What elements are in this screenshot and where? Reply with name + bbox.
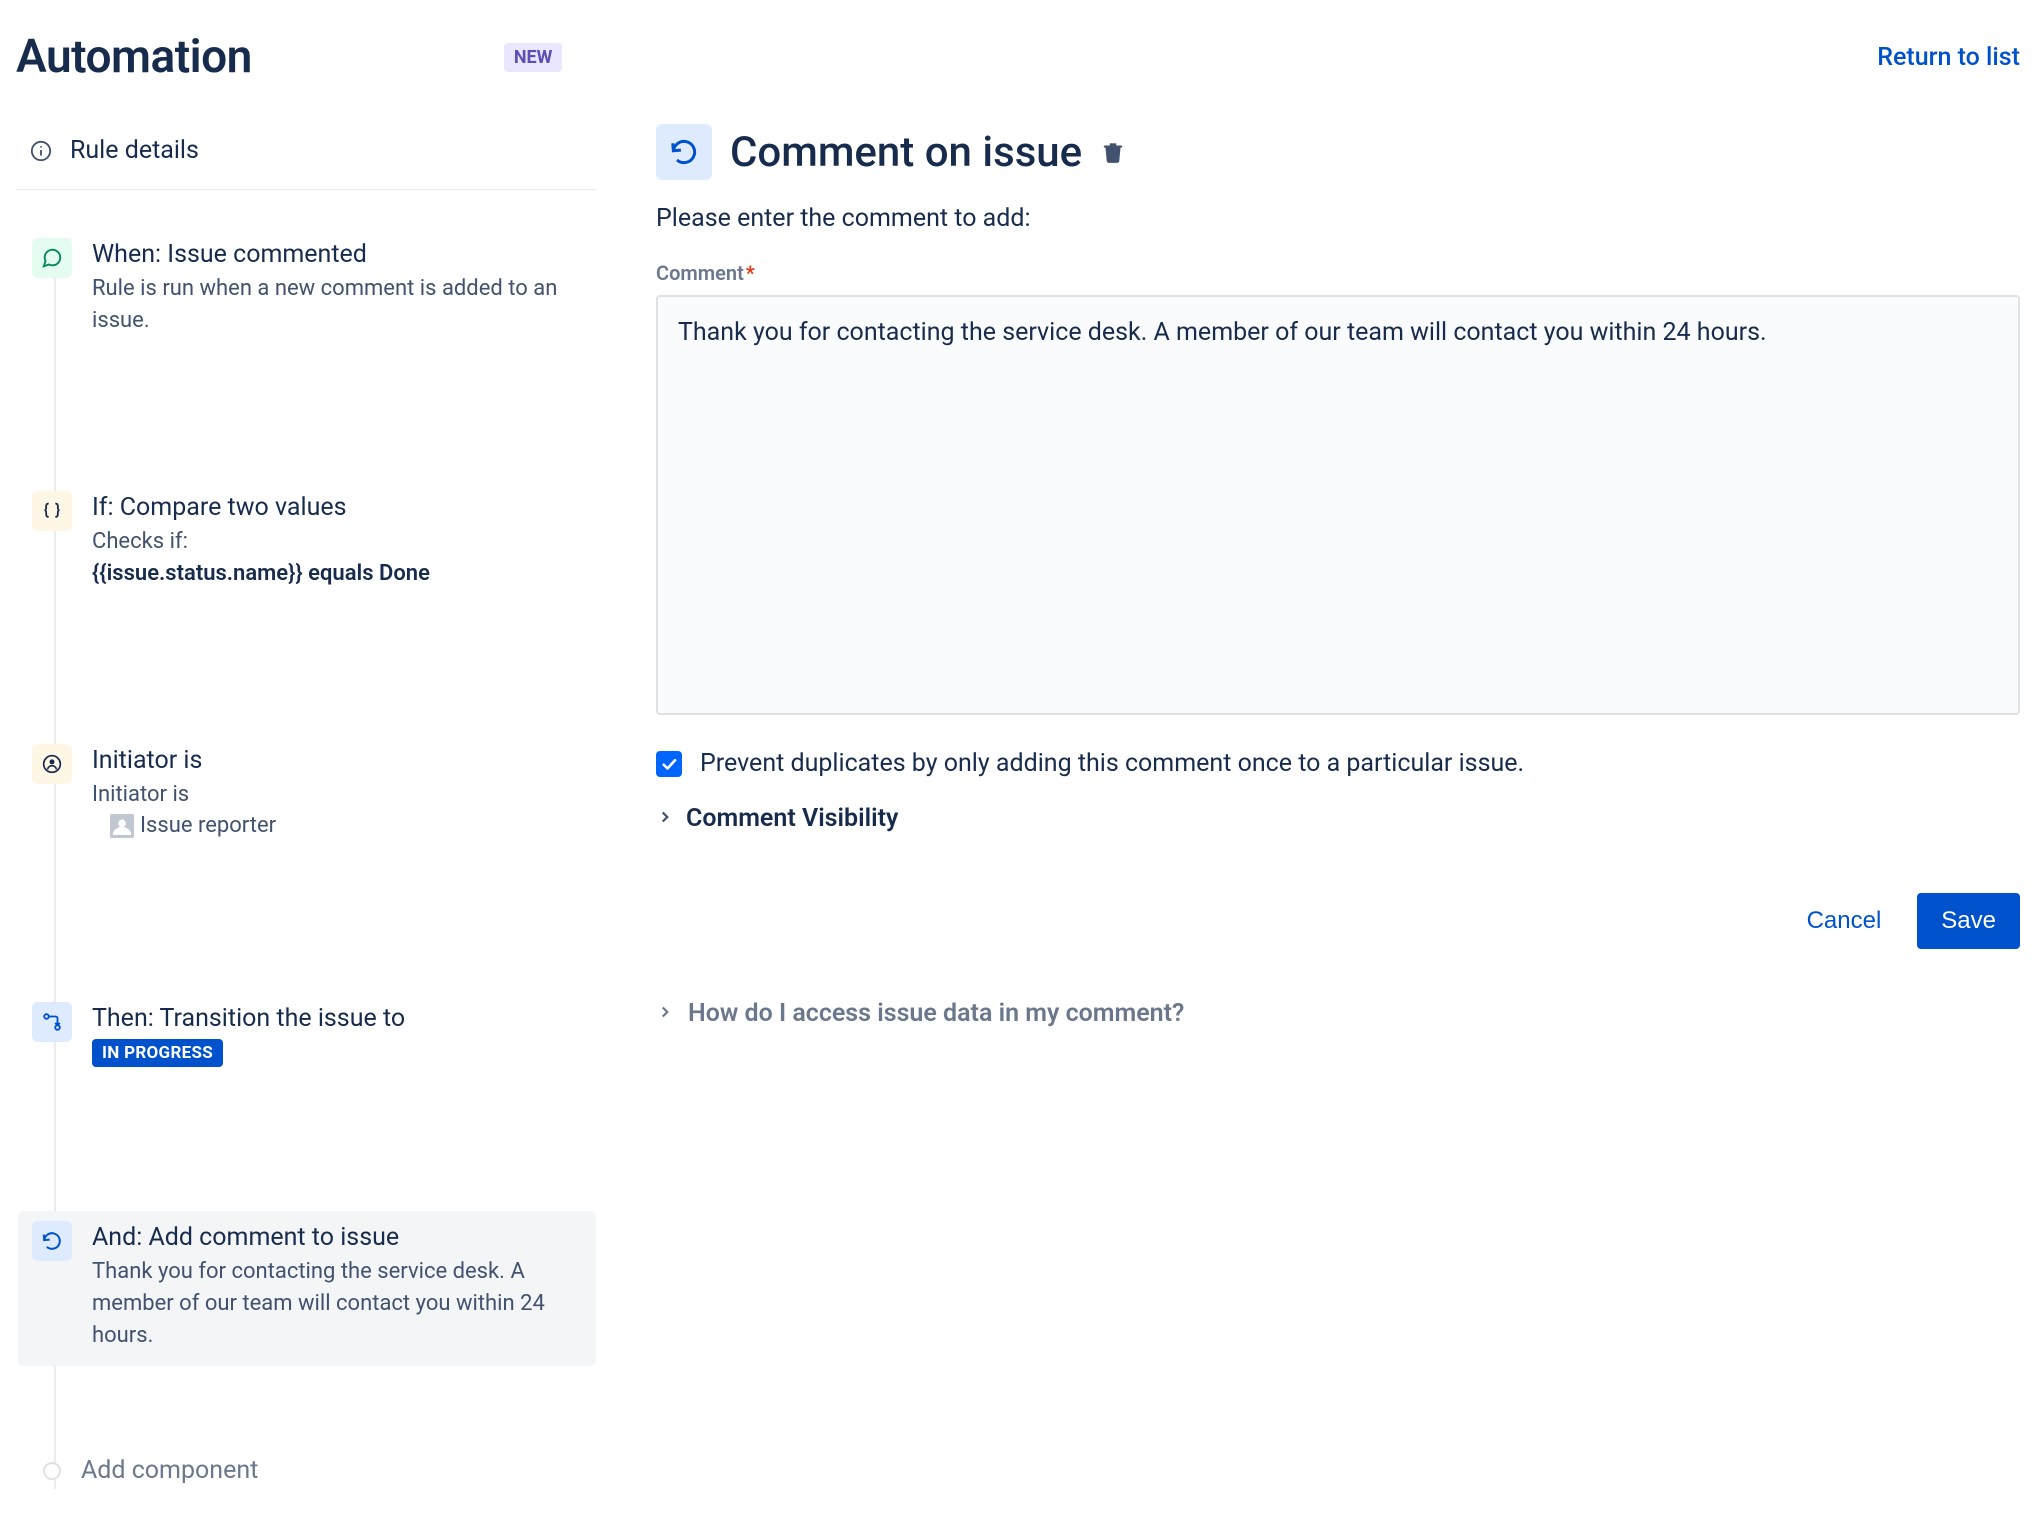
braces-icon [32, 491, 72, 531]
add-circle-icon [43, 1462, 61, 1480]
comment-field-label: Comment* [656, 261, 2020, 285]
cancel-button[interactable]: Cancel [1783, 893, 1906, 949]
step-desc: Checks if: {{issue.status.name}} equals … [92, 526, 582, 590]
help-label: How do I access issue data in my comment… [688, 999, 1184, 1028]
chevron-right-icon [656, 808, 674, 830]
new-badge: NEW [504, 43, 563, 72]
initiator-value: Issue reporter [140, 810, 276, 842]
comment-textarea[interactable] [656, 295, 2020, 715]
step-desc: Initiator is Issue reporter [92, 779, 582, 849]
step-title: And: Add comment to issue [92, 1223, 582, 1252]
comment-icon [32, 238, 72, 278]
comment-label-text: Comment [656, 261, 744, 285]
step-condition-initiator[interactable]: Initiator is Initiator is Issue reporter [18, 734, 596, 863]
prevent-duplicates-label: Prevent duplicates by only adding this c… [700, 749, 1524, 778]
prevent-duplicates-row: Prevent duplicates by only adding this c… [656, 749, 2020, 778]
step-title: Then: Transition the issue to [92, 1004, 582, 1033]
page-title: Automation [16, 30, 252, 84]
step-action-add-comment[interactable]: And: Add comment to issue Thank you for … [18, 1211, 596, 1366]
page-header: Automation NEW Return to list [16, 20, 2020, 84]
avatar-icon [110, 814, 134, 838]
step-title: When: Issue commented [92, 240, 582, 269]
comment-visibility-label: Comment Visibility [686, 804, 898, 833]
status-lozenge: IN PROGRESS [92, 1039, 223, 1067]
user-icon [32, 744, 72, 784]
step-desc-prefix: Initiator is [92, 782, 189, 807]
rule-details-label: Rule details [70, 136, 199, 165]
return-to-list-link[interactable]: Return to list [1877, 43, 2020, 72]
form-actions: Cancel Save [656, 893, 2020, 949]
step-desc: Thank you for contacting the service des… [92, 1256, 582, 1352]
main-title: Comment on issue [730, 128, 1082, 177]
delete-action-button[interactable] [1100, 135, 1126, 169]
add-component-label: Add component [81, 1456, 258, 1485]
transition-icon [32, 1002, 72, 1042]
prevent-duplicates-checkbox[interactable] [656, 751, 682, 777]
chevron-right-icon [656, 1003, 674, 1025]
main-header: Comment on issue [656, 124, 2020, 180]
main-subtitle: Please enter the comment to add: [656, 204, 2020, 233]
step-action-transition-issue[interactable]: Then: Transition the issue to IN PROGRES… [18, 992, 596, 1081]
step-title: Initiator is [92, 746, 582, 775]
header-left: Automation NEW [16, 30, 562, 84]
rule-sidebar: Rule details When: Issue commented Rule … [16, 124, 596, 1499]
required-asterisk: * [746, 261, 755, 285]
save-button[interactable]: Save [1917, 893, 2020, 949]
step-trigger-issue-commented[interactable]: When: Issue commented Rule is run when a… [18, 228, 596, 351]
comment-visibility-toggle[interactable]: Comment Visibility [656, 804, 2020, 833]
step-desc: Rule is run when a new comment is added … [92, 273, 582, 337]
main-panel: Comment on issue Please enter the commen… [656, 124, 2020, 1499]
refresh-icon [32, 1221, 72, 1261]
step-desc-expression: {{issue.status.name}} equals Done [92, 561, 430, 586]
step-title: If: Compare two values [92, 493, 582, 522]
help-disclosure[interactable]: How do I access issue data in my comment… [656, 999, 2020, 1028]
rule-timeline: When: Issue commented Rule is run when a… [16, 228, 596, 1499]
add-component-button[interactable]: Add component [18, 1446, 596, 1499]
info-icon [30, 140, 52, 162]
rule-details-button[interactable]: Rule details [16, 124, 596, 190]
step-condition-compare-values[interactable]: If: Compare two values Checks if: {{issu… [18, 481, 596, 604]
refresh-icon [656, 124, 712, 180]
step-desc-prefix: Checks if: [92, 529, 188, 554]
